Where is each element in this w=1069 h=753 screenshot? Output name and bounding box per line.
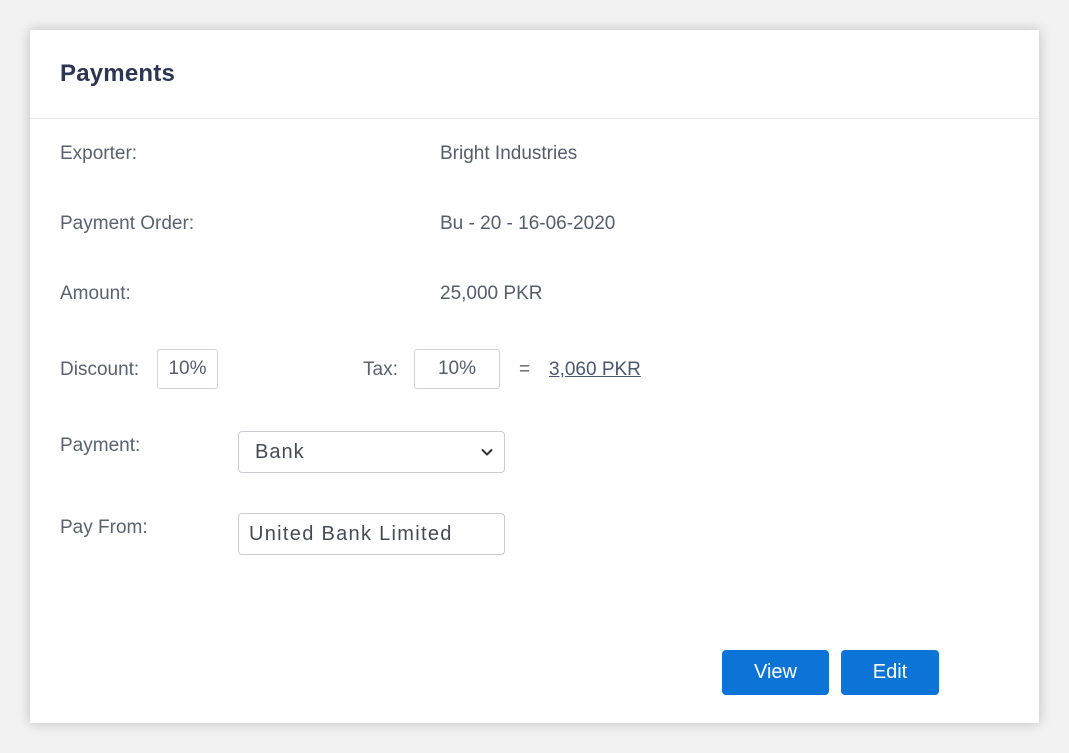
chevron-down-icon bbox=[480, 445, 494, 459]
exporter-value: Bright Industries bbox=[440, 143, 578, 164]
edit-button[interactable]: Edit bbox=[841, 650, 939, 695]
payment-order-label: Payment Order: bbox=[60, 213, 195, 234]
payment-label: Payment: bbox=[60, 435, 141, 456]
exporter-label: Exporter: bbox=[60, 143, 138, 164]
tax-label: Tax: bbox=[363, 359, 398, 380]
payments-card: Payments Exporter: Bright Industries Pay… bbox=[30, 30, 1039, 723]
pay-from-input[interactable] bbox=[238, 513, 505, 555]
total-amount-link[interactable]: 3,060 PKR bbox=[549, 359, 641, 381]
payment-method-select[interactable]: Bank bbox=[238, 431, 505, 473]
page-title: Payments bbox=[60, 60, 175, 87]
discount-label: Discount: bbox=[60, 359, 140, 380]
pay-from-label: Pay From: bbox=[60, 517, 148, 538]
tax-input[interactable] bbox=[414, 349, 500, 389]
card-header: Payments bbox=[30, 30, 1039, 119]
amount-value: 25,000 PKR bbox=[440, 283, 543, 304]
discount-input[interactable] bbox=[157, 349, 218, 389]
view-button[interactable]: View bbox=[722, 650, 829, 695]
amount-label: Amount: bbox=[60, 283, 131, 304]
payment-order-value: Bu - 20 - 16-06-2020 bbox=[440, 213, 616, 234]
equals-sign: = bbox=[519, 359, 531, 380]
payment-method-value: Bank bbox=[255, 441, 305, 463]
